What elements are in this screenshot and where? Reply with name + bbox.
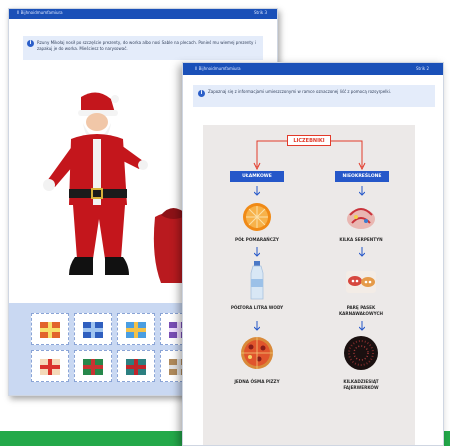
page-header: II Bijhnoidmumfamiura Strik 3 <box>9 9 277 19</box>
santa-claus-illustration <box>43 92 148 275</box>
gift-icon <box>40 322 60 338</box>
left-category-label: UŁAMKOWE <box>230 171 284 182</box>
right-item-caption: KILKA SERPENTYN <box>339 237 383 242</box>
down-arrow-icon <box>359 321 365 331</box>
right-item-caption: KILKADZIESIĄT FAJERWERKÓW <box>343 379 379 390</box>
carnival-masks-image <box>346 271 376 293</box>
gift-icon <box>126 359 146 375</box>
instruction-text: Rzuny Mikołaj nosił po szczęście prezent… <box>37 40 256 51</box>
header-title: II Bijhnoidmumfamiura <box>17 10 63 15</box>
workbook-page-numerals: II Bijhnoidmumfamiura Strik 2 i Zapoznaj… <box>182 62 444 446</box>
stage: II Bijhnoidmumfamiura Strik 3 i Rzuny Mi… <box>0 0 450 446</box>
info-icon: i <box>198 90 205 97</box>
fireworks-image <box>344 336 378 370</box>
down-arrow-icon <box>359 247 365 257</box>
header-title: II Bijhnoidmumfamiura <box>195 66 241 71</box>
down-arrow-icon <box>359 186 365 196</box>
page-header: II Bijhnoidmumfamiura Strik 2 <box>183 63 443 75</box>
pizza-image <box>241 337 273 369</box>
gift-cell[interactable] <box>31 350 69 382</box>
gift-icon <box>40 359 60 375</box>
left-item-caption: PÓŁTORA LITRA WODY <box>230 305 284 310</box>
header-page-number: Strik 3 <box>254 10 267 15</box>
left-item-caption: JEDNA ÓSMA PIZZY <box>234 379 280 384</box>
info-icon: i <box>27 40 34 47</box>
header-page-number: Strik 2 <box>416 66 429 71</box>
gift-cell[interactable] <box>74 350 112 382</box>
half-orange-image <box>243 203 271 231</box>
gift-cell[interactable] <box>74 313 112 345</box>
gift-icon <box>126 322 146 338</box>
gift-icon <box>83 359 103 375</box>
down-arrow-icon <box>254 186 260 196</box>
right-item-caption: PARĘ PASEK KARNAWAŁOWYCH <box>338 305 384 316</box>
streamers-image <box>347 208 375 229</box>
instruction-text: Zapoznaj się z informacjami umieszczonym… <box>208 89 392 94</box>
gift-cell[interactable] <box>117 313 155 345</box>
down-arrow-icon <box>254 247 260 257</box>
gift-cell[interactable] <box>117 350 155 382</box>
gift-cell[interactable] <box>31 313 69 345</box>
instruction-box: i Rzuny Mikołaj nosił po szczęście preze… <box>23 36 263 60</box>
water-bottle-image <box>250 261 264 300</box>
right-category-label: NIEOKREŚLONE <box>335 171 389 182</box>
numerals-diagram: LICZEBNIKI UŁAMKOWE NIEOKREŚLONE PÓŁ POM… <box>203 125 415 445</box>
down-arrow-icon <box>254 321 260 331</box>
gift-icon <box>83 322 103 338</box>
left-item-caption: PÓŁ POMARAŃCZY <box>235 237 279 242</box>
instruction-box: i Zapoznaj się z informacjami umieszczon… <box>193 85 435 107</box>
main-label: LICZEBNIKI <box>287 135 331 146</box>
